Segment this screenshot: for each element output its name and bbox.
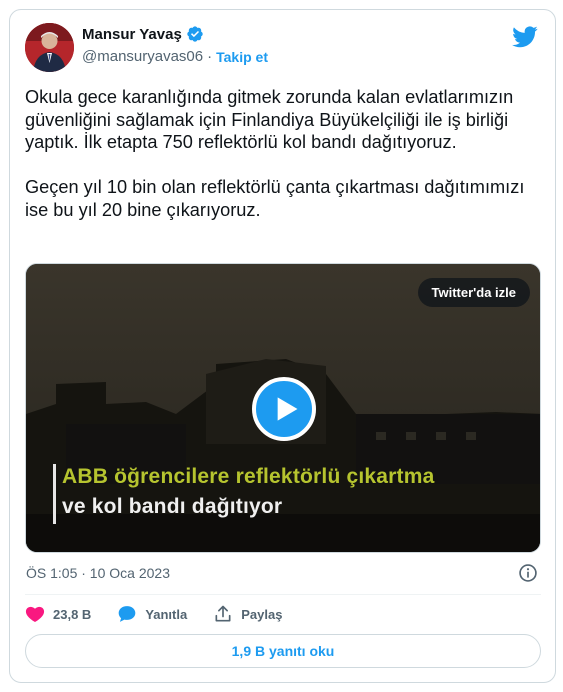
- reply-button[interactable]: Yanıtla: [117, 603, 187, 625]
- share-icon: [215, 605, 231, 622]
- action-bar: 23,8 B Yanıtla Paylaş: [25, 603, 308, 625]
- reply-bubble-icon: [118, 606, 136, 622]
- tweet-text: Okula gece karanlığında gitmek zorunda k…: [25, 87, 525, 220]
- video-caption-line2: ve kol bandı dağıtıyor: [62, 495, 283, 518]
- watch-on-twitter-button[interactable]: Twitter'da izle: [417, 278, 530, 307]
- play-icon: [277, 397, 297, 421]
- name-row: Mansur Yavaş: [82, 25, 204, 43]
- play-button[interactable]: [252, 377, 316, 441]
- read-replies-button[interactable]: 1,9 B yanıtı oku: [25, 634, 541, 668]
- timestamp[interactable]: ÖS 1:05 · 10 Oca 2023: [26, 565, 170, 581]
- info-icon[interactable]: [518, 563, 538, 583]
- avatar[interactable]: [25, 23, 74, 72]
- caption-bar: [53, 464, 56, 524]
- share-label: Paylaş: [241, 606, 283, 622]
- handle-row: @mansuryavas06 · Takip et: [82, 48, 268, 65]
- display-name[interactable]: Mansur Yavaş: [82, 26, 182, 43]
- video-caption-line1: ABB öğrencilere reflektörlü çıkartma: [62, 465, 435, 488]
- verified-badge-icon: [186, 25, 204, 43]
- video-player[interactable]: Twitter'da izle ABB öğrencilere reflektö…: [25, 263, 541, 553]
- like-button[interactable]: 23,8 B: [25, 603, 91, 625]
- reply-label: Yanıtla: [145, 606, 188, 622]
- avatar-image: [25, 23, 74, 72]
- twitter-bird-icon[interactable]: [512, 26, 538, 48]
- heart-icon: [25, 606, 45, 622]
- tweet-card: Mansur Yavaş @mansuryavas06 · Takip et O…: [9, 9, 556, 683]
- divider: [25, 594, 541, 595]
- likes-count: 23,8 B: [53, 606, 92, 622]
- separator-dot: ·: [207, 48, 213, 65]
- follow-button[interactable]: Takip et: [216, 49, 268, 65]
- share-button[interactable]: Paylaş: [213, 603, 282, 625]
- handle[interactable]: @mansuryavas06: [82, 48, 203, 65]
